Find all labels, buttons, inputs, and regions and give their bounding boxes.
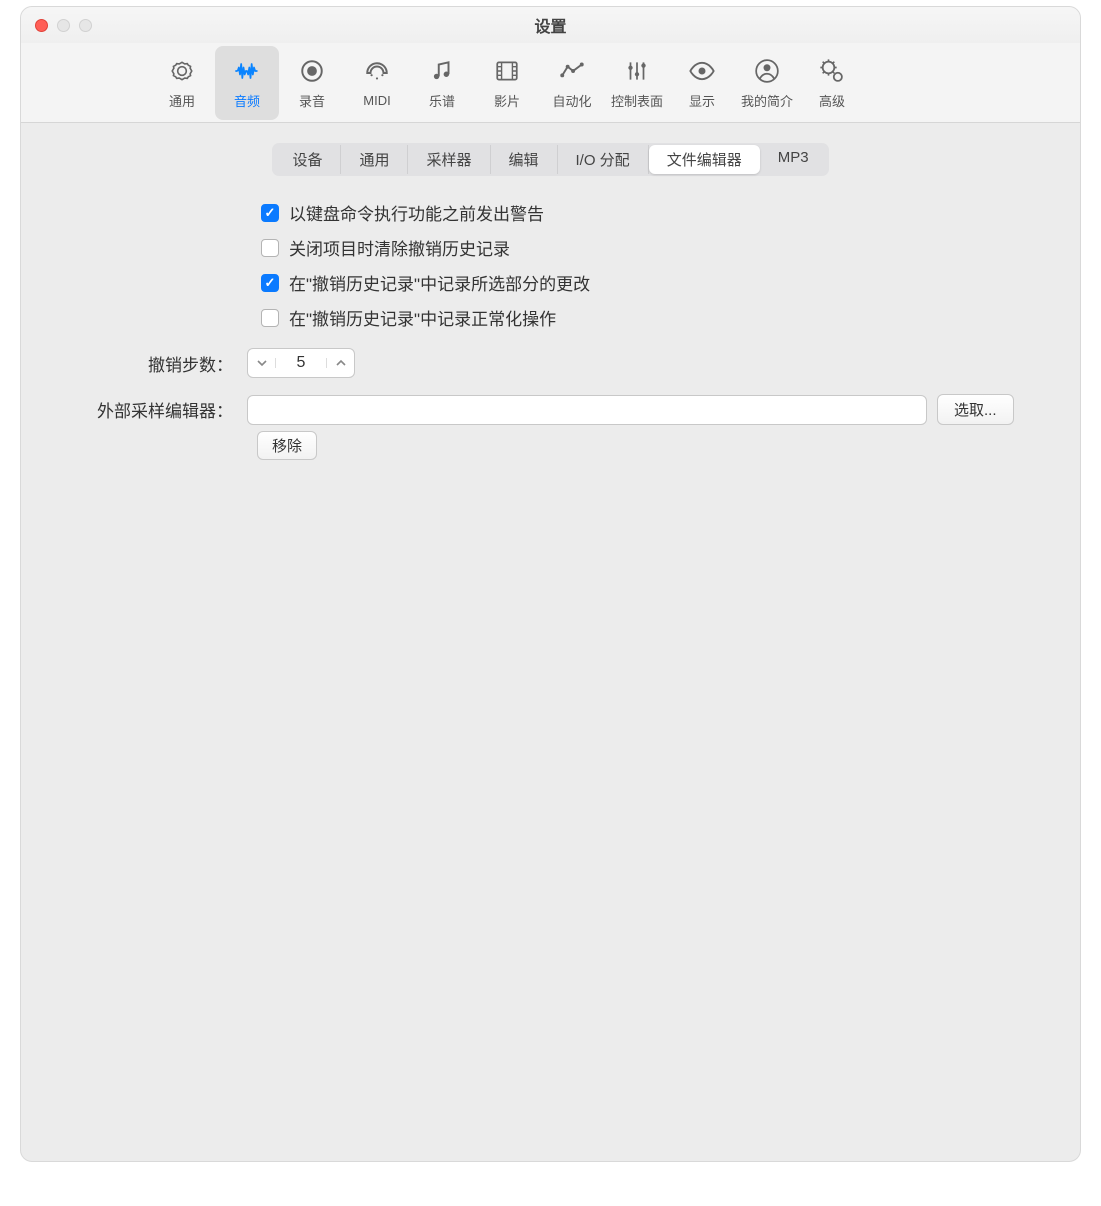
tab-general[interactable]: 通用 xyxy=(341,145,408,174)
toolbar-audio[interactable]: 音频 xyxy=(215,46,279,120)
gear-icon xyxy=(167,56,197,86)
toolbar-video[interactable]: 影片 xyxy=(475,46,539,120)
toolbar-general[interactable]: 通用 xyxy=(150,46,214,120)
toolbar-label: MIDI xyxy=(363,93,390,108)
toolbar-label: 音频 xyxy=(234,91,260,110)
stepper-decrement[interactable] xyxy=(248,358,276,368)
record-icon xyxy=(297,56,327,86)
toolbar-midi[interactable]: MIDI xyxy=(345,46,409,120)
toolbar-label: 通用 xyxy=(169,91,195,110)
toolbar-display[interactable]: 显示 xyxy=(670,46,734,120)
stepper-increment[interactable] xyxy=(326,358,354,368)
record-normalize-checkbox[interactable] xyxy=(261,309,279,327)
remove-button[interactable]: 移除 xyxy=(257,431,317,460)
undo-steps-stepper[interactable]: 5 xyxy=(247,348,355,378)
content-area: 以键盘命令执行功能之前发出警告 关闭项目时清除撤销历史记录 在"撤销历史记录"中… xyxy=(21,186,1080,480)
tab-devices[interactable]: 设备 xyxy=(274,145,341,174)
undo-steps-value: 5 xyxy=(276,354,326,372)
clear-undo-on-close-label: 关闭项目时清除撤销历史记录 xyxy=(289,235,510,260)
record-selection-changes-checkbox[interactable] xyxy=(261,274,279,292)
tab-file-editor[interactable]: 文件编辑器 xyxy=(649,145,760,174)
record-selection-changes-label: 在"撤销历史记录"中记录所选部分的更改 xyxy=(289,270,590,295)
profile-icon xyxy=(752,56,782,86)
toolbar-label: 我的简介 xyxy=(741,91,793,110)
film-icon xyxy=(492,56,522,86)
titlebar: 设置 xyxy=(21,7,1080,43)
sliders-icon xyxy=(622,56,652,86)
external-editor-label: 外部采样编辑器： xyxy=(41,397,247,422)
settings-window: 设置 通用 音频 录音 MIDI 乐谱 影片 自动化 xyxy=(20,6,1081,1162)
sub-tabs: 设备 通用 采样器 编辑 I/O 分配 文件编辑器 MP3 xyxy=(272,143,828,176)
toolbar-control-surface[interactable]: 控制表面 xyxy=(605,46,669,120)
warn-before-keyboard-checkbox[interactable] xyxy=(261,204,279,222)
toolbar-label: 影片 xyxy=(494,91,520,110)
toolbar-label: 控制表面 xyxy=(611,91,663,110)
toolbar-label: 高级 xyxy=(819,91,845,110)
traffic-lights xyxy=(35,19,92,32)
close-window-button[interactable] xyxy=(35,19,48,32)
automation-icon xyxy=(557,56,587,86)
toolbar-label: 乐谱 xyxy=(429,91,455,110)
toolbar-automation[interactable]: 自动化 xyxy=(540,46,604,120)
clear-undo-on-close-checkbox[interactable] xyxy=(261,239,279,257)
minimize-window-button[interactable] xyxy=(57,19,70,32)
window-title: 设置 xyxy=(534,13,566,37)
gears-icon xyxy=(817,56,847,86)
record-normalize-label: 在"撤销历史记录"中记录正常化操作 xyxy=(289,305,556,330)
checkbox-group: 以键盘命令执行功能之前发出警告 关闭项目时清除撤销历史记录 在"撤销历史记录"中… xyxy=(261,200,1060,330)
tab-sampler[interactable]: 采样器 xyxy=(408,145,490,174)
toolbar-label: 显示 xyxy=(689,91,715,110)
warn-before-keyboard-label: 以键盘命令执行功能之前发出警告 xyxy=(289,200,544,225)
eye-icon xyxy=(687,56,717,86)
toolbar-my-profile[interactable]: 我的简介 xyxy=(735,46,799,120)
preferences-toolbar: 通用 音频 录音 MIDI 乐谱 影片 自动化 控制表面 xyxy=(21,43,1080,123)
midi-icon xyxy=(362,58,392,88)
toolbar-label: 录音 xyxy=(299,91,325,110)
toolbar-advanced[interactable]: 高级 xyxy=(800,46,864,120)
zoom-window-button[interactable] xyxy=(79,19,92,32)
toolbar-label: 自动化 xyxy=(552,91,591,110)
notes-icon xyxy=(427,56,457,86)
tab-edit[interactable]: 编辑 xyxy=(491,145,558,174)
external-editor-field[interactable] xyxy=(247,395,927,425)
waveform-icon xyxy=(232,56,262,86)
tab-mp3[interactable]: MP3 xyxy=(760,145,827,174)
choose-button[interactable]: 选取... xyxy=(937,394,1014,425)
chevron-up-icon xyxy=(336,358,346,368)
chevron-down-icon xyxy=(257,358,267,368)
toolbar-score[interactable]: 乐谱 xyxy=(410,46,474,120)
tab-io[interactable]: I/O 分配 xyxy=(558,145,649,174)
toolbar-record[interactable]: 录音 xyxy=(280,46,344,120)
undo-steps-label: 撤销步数： xyxy=(41,351,247,376)
